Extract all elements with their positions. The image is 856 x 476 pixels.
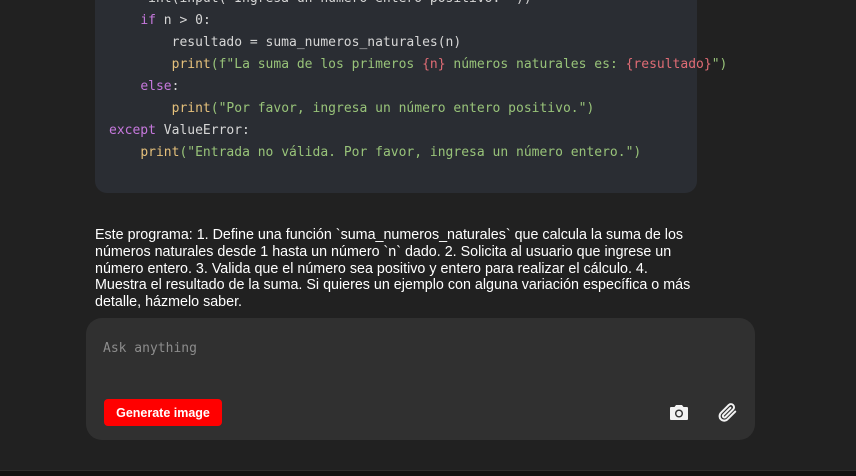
code-token: números naturales es: — [445, 57, 626, 72]
code-token: if — [140, 13, 156, 28]
code-line-partial: = int(input("Ingresa un número entero po… — [109, 0, 727, 10]
code-token: ") — [711, 57, 728, 72]
bottom-bar — [0, 470, 856, 476]
code-token: ("Por favor, ingresa un número entero po… — [210, 101, 595, 116]
code-token: 0 — [195, 13, 203, 28]
code-token: ValueError: — [155, 123, 250, 138]
code-line: except ValueError: — [109, 120, 727, 142]
paperclip-icon[interactable] — [715, 400, 739, 424]
code-token: {resultado} — [625, 57, 712, 72]
code-token: print — [171, 101, 211, 116]
code-token: print — [171, 57, 211, 72]
prompt-input[interactable] — [103, 338, 723, 358]
code-token: n > — [155, 13, 196, 28]
code-token: : — [202, 13, 211, 28]
code-token: except — [109, 123, 156, 138]
code-line: resultado = suma_numeros_naturales(n) — [109, 32, 727, 54]
generate-image-button[interactable]: Generate image — [104, 399, 222, 426]
code-lines: if n > 0: resultado = suma_numeros_natur… — [109, 10, 727, 164]
code-line: else: — [109, 76, 727, 98]
camera-icon[interactable] — [667, 400, 691, 424]
assistant-message: Este programa: 1. Define una función `su… — [95, 227, 691, 311]
code-token: else — [140, 79, 172, 94]
code-token: : — [171, 79, 180, 94]
code-token: ("Entrada no válida. Por favor, ingresa … — [179, 145, 642, 160]
code-token: resultado = suma_numeros_naturales(n) — [109, 35, 462, 50]
code-token: {n} — [422, 57, 446, 72]
composer: Generate image — [86, 318, 755, 440]
code-line: print(f"La suma de los primeros {n} núme… — [109, 54, 728, 76]
code-token: print — [140, 145, 180, 160]
code-line: if n > 0: — [109, 10, 727, 32]
code-content: = int(input("Ingresa un número entero po… — [109, 0, 727, 164]
code-token: (f"La suma de los primeros — [210, 57, 423, 72]
code-block: = int(input("Ingresa un número entero po… — [95, 0, 727, 193]
code-line: print("Por favor, ingresa un número ente… — [109, 98, 727, 120]
code-line: print("Entrada no válida. Por favor, ing… — [109, 142, 727, 164]
